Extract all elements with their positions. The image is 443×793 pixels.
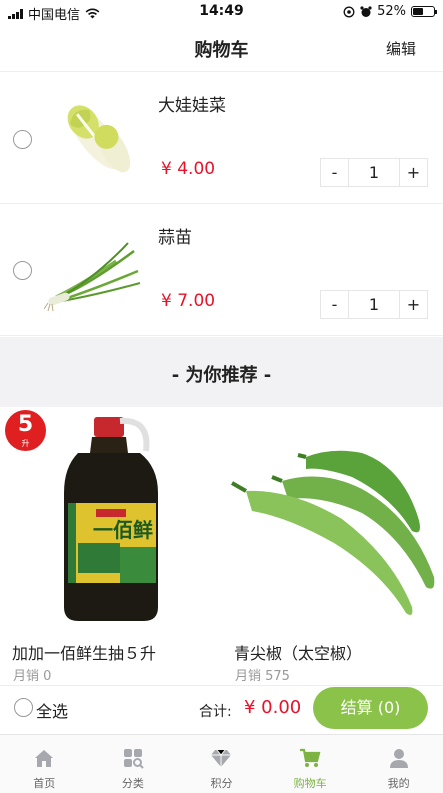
battery-level [413,8,424,15]
battery-percent: 52% [377,4,406,19]
decrease-button[interactable]: - [321,159,348,186]
product-name: 加加一佰鲜生抽５升 [12,644,157,663]
item-price: ¥ 4.00 [161,159,216,179]
tab-label: 我的 [387,777,410,790]
cart-icon [300,748,321,767]
garlic-sprout-image [44,242,141,312]
alarm-icon [360,5,372,17]
select-all-radio[interactable] [14,698,33,717]
category-icon [123,749,144,769]
green-pepper-image [231,450,435,615]
home-icon [35,750,54,767]
product-name: 青尖椒（太空椒） [234,644,363,663]
cart-item: 大娃娃菜 ¥ 4.00 - 1 + [0,73,443,204]
increase-button[interactable]: + [400,291,427,318]
edit-button[interactable]: 编辑 [386,38,416,59]
volume-badge: 5 升 [5,410,46,451]
item-name: 大娃娃菜 [158,96,226,116]
nav-header: 购物车 编辑 [0,24,443,72]
badge-number: 5 [17,412,34,437]
checkout-bar: 全选 合计: ¥ 0.00 结算 (0) [0,685,443,734]
bottle-label: 一佰鲜 [93,518,153,542]
location-lock-icon [343,6,355,17]
product-sales: 月销 0 [13,669,52,684]
item-select-radio[interactable] [13,261,32,280]
status-bar: 中国电信 14:49 52% [0,0,443,24]
page-title: 购物车 [194,40,249,61]
tab-label: 购物车 [293,777,327,790]
tab-points[interactable]: 积分 [177,735,266,793]
quantity-value[interactable]: 1 [348,291,400,318]
tab-bar: 首页 分类 积分 购物车 我的 [0,734,443,793]
quantity-value[interactable]: 1 [348,159,400,186]
tab-label: 首页 [33,777,56,790]
recommend-title: - 为你推荐 - [171,365,272,386]
total-label: 合计: [199,704,232,720]
quantity-stepper: - 1 + [320,290,428,319]
decrease-button[interactable]: - [321,291,348,318]
recommend-list: 一佰鲜 5 升 加加一佰鲜生抽５升 月销 0 青尖椒（太空椒） 月销 575 [0,407,443,685]
diamond-icon [211,749,232,767]
cabbage-image [67,105,131,173]
tab-profile[interactable]: 我的 [354,735,443,793]
product-card[interactable]: 一佰鲜 5 升 加加一佰鲜生抽５升 月销 0 [0,407,221,685]
tab-label: 分类 [121,777,144,790]
cart-item: 蒜苗 ¥ 7.00 - 1 + [0,205,443,336]
tab-home[interactable]: 首页 [0,735,89,793]
user-icon [389,749,408,768]
checkout-button[interactable]: 结算 (0) [313,687,428,729]
tab-cart[interactable]: 购物车 [266,735,355,793]
recommend-header: - 为你推荐 - [0,337,443,407]
increase-button[interactable]: + [400,159,427,186]
tab-category[interactable]: 分类 [89,735,178,793]
item-price: ¥ 7.00 [161,291,216,311]
select-all-label[interactable]: 全选 [36,698,68,722]
item-select-radio[interactable] [13,130,32,149]
item-name: 蒜苗 [158,228,192,248]
tab-label: 积分 [210,777,233,790]
total-value: ¥ 0.00 [244,697,302,718]
product-sales: 月销 575 [235,669,290,684]
badge-unit: 升 [21,439,30,448]
quantity-stepper: - 1 + [320,158,428,187]
product-card[interactable]: 青尖椒（太空椒） 月销 575 [222,407,443,685]
battery-icon [411,6,437,17]
